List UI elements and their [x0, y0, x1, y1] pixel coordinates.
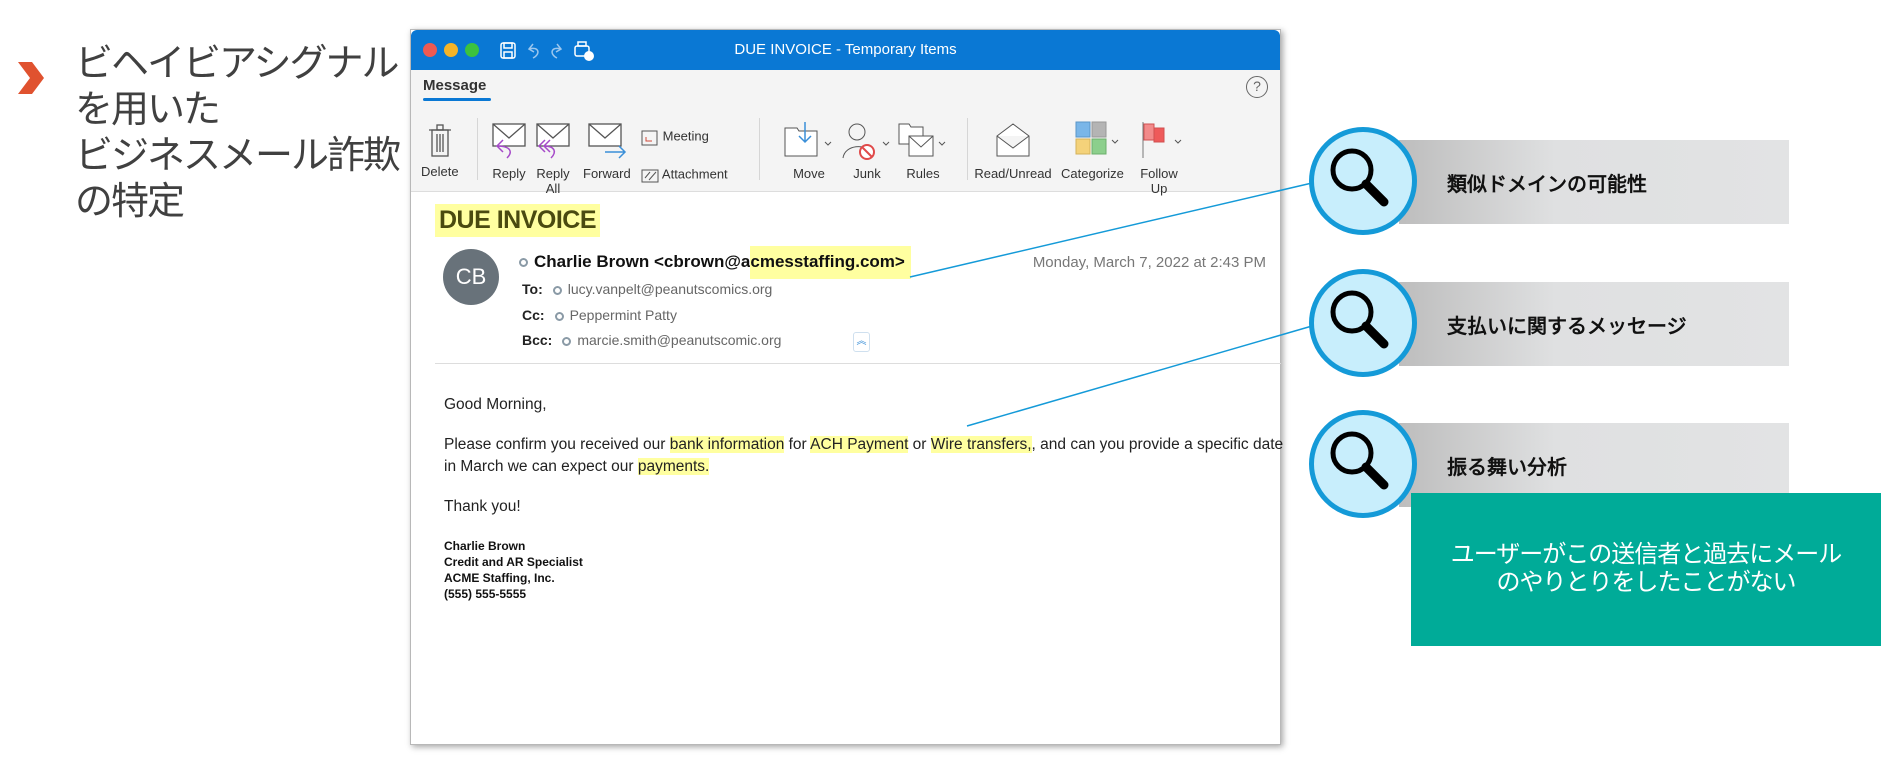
connector-line [909, 182, 1313, 278]
search-icon [1330, 290, 1389, 349]
behavior-note-line: ユーザーがこの送信者と過去にメール [1450, 540, 1843, 568]
behavior-note: ユーザーがこの送信者と過去にメール のやりとりをしたことがない [1411, 493, 1881, 646]
search-icon [1330, 148, 1389, 207]
callout-bar: 類似ドメインの可能性 [1399, 140, 1789, 224]
callout-label: 類似ドメインの可能性 [1447, 172, 1647, 196]
callout-circle [1309, 410, 1417, 518]
behavior-note-line: のやりとりをしたことがない [1496, 568, 1797, 596]
connector-line [966, 325, 1313, 427]
callout-circle [1309, 269, 1417, 377]
connector-lines [909, 182, 1313, 427]
callout-label: 支払いに関するメッセージ [1447, 314, 1687, 338]
callout-bar: 支払いに関するメッセージ [1399, 282, 1789, 366]
callout-label: 振る舞い分析 [1447, 455, 1567, 479]
search-icon [1330, 431, 1389, 490]
callout-circle [1309, 127, 1417, 235]
